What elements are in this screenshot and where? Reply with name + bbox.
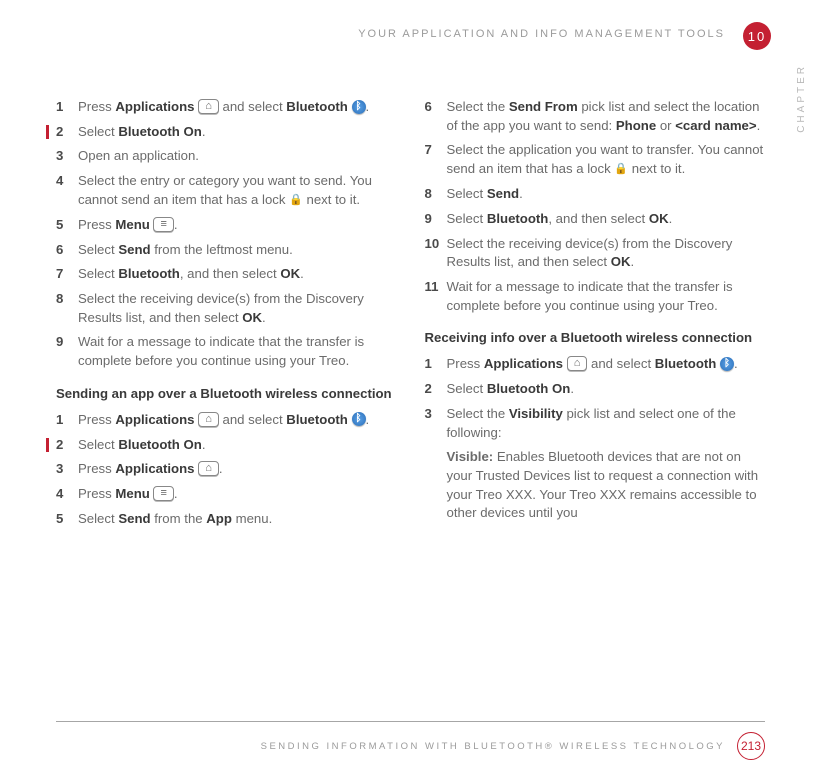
step-number: 9 (56, 333, 78, 370)
step-text: Wait for a message to indicate that the … (78, 333, 397, 370)
step-number: 4 (56, 485, 78, 504)
step-number: 8 (56, 290, 78, 327)
lock-icon (289, 190, 303, 209)
step-text: Select the application you want to trans… (447, 141, 766, 179)
step-item: 2Select Bluetooth On. (425, 380, 766, 399)
step-text: Wait for a message to indicate that the … (447, 278, 766, 315)
step-item: 6Select Send from the leftmost menu. (56, 241, 397, 260)
step-number: 1 (425, 355, 447, 374)
step-item: 7Select Bluetooth, and then select OK. (56, 265, 397, 284)
step-text: Select Send from the App menu. (78, 510, 397, 529)
step-item: 5Press Menu . (56, 216, 397, 235)
step-item: 4Select the entry or category you want t… (56, 172, 397, 210)
chapter-number-badge: 10 (743, 22, 771, 50)
step-item: 1Press Applications and select Bluetooth… (56, 98, 397, 117)
step-text: Select Bluetooth, and then select OK. (78, 265, 397, 284)
page-footer: SENDING INFORMATION WITH BLUETOOTH® WIRE… (56, 721, 765, 760)
step-text: Press Applications and select Bluetooth … (78, 411, 397, 430)
chapter-label-side: CHAPTER (796, 64, 807, 133)
step-text: Open an application. (78, 147, 397, 166)
menu-icon (153, 486, 173, 501)
step-item: 3Select the Visibility pick list and sel… (425, 405, 766, 442)
step-text: Press Menu . (78, 216, 397, 235)
step-text: Press Menu . (78, 485, 397, 504)
step-text: Select the receiving device(s) from the … (78, 290, 397, 327)
step-text: Select Bluetooth On. (447, 380, 766, 399)
step-text: Select the Visibility pick list and sele… (447, 405, 766, 442)
step-item: 10Select the receiving device(s) from th… (425, 235, 766, 272)
step-number: 6 (425, 98, 447, 135)
step-item: 1Press Applications and select Bluetooth… (425, 355, 766, 374)
step-number: 1 (56, 411, 78, 430)
step-item: 3Open an application. (56, 147, 397, 166)
step-item: 5Select Send from the App menu. (56, 510, 397, 529)
home-icon (567, 356, 588, 371)
subheading: Receiving info over a Bluetooth wireless… (425, 329, 766, 347)
step-number: 11 (425, 278, 447, 315)
step-text: Select Bluetooth On. (78, 436, 397, 455)
step-number: 3 (425, 405, 447, 442)
subheading: Sending an app over a Bluetooth wireless… (56, 385, 397, 403)
step-text: Select the Send From pick list and selec… (447, 98, 766, 135)
step-item: 9Select Bluetooth, and then select OK. (425, 210, 766, 229)
running-header: YOUR APPLICATION AND INFO MANAGEMENT TOO… (56, 28, 765, 40)
step-item: 2Select Bluetooth On. (56, 123, 397, 142)
step-item: 4Press Menu . (56, 485, 397, 504)
step-item: 6Select the Send From pick list and sele… (425, 98, 766, 135)
step-number: 3 (56, 147, 78, 166)
step-text: Press Applications and select Bluetooth … (78, 98, 397, 117)
option-visible: Visible: Enables Bluetooth devices that … (447, 448, 766, 523)
step-item: 11Wait for a message to indicate that th… (425, 278, 766, 315)
step-number: 6 (56, 241, 78, 260)
footer-text: SENDING INFORMATION WITH BLUETOOTH® WIRE… (261, 741, 725, 752)
step-number: 2 (425, 380, 447, 399)
home-icon (198, 461, 219, 476)
content-columns: 1Press Applications and select Bluetooth… (56, 98, 765, 534)
step-item: 9Wait for a message to indicate that the… (56, 333, 397, 370)
step-number: 7 (425, 141, 447, 179)
step-number: 5 (56, 216, 78, 235)
home-icon (198, 99, 219, 114)
step-item: 7Select the application you want to tran… (425, 141, 766, 179)
step-item: 2Select Bluetooth On. (56, 436, 397, 455)
home-icon (198, 412, 219, 427)
step-text: Select the entry or category you want to… (78, 172, 397, 210)
step-number: 2 (56, 123, 78, 142)
step-number: 10 (425, 235, 447, 272)
right-column: 6Select the Send From pick list and sele… (425, 98, 766, 534)
lock-icon (614, 159, 628, 178)
step-item: 1Press Applications and select Bluetooth… (56, 411, 397, 430)
step-text: Press Applications . (78, 460, 397, 479)
step-number: 7 (56, 265, 78, 284)
bluetooth-icon (352, 412, 366, 426)
step-text: Select the receiving device(s) from the … (447, 235, 766, 272)
step-number: 5 (56, 510, 78, 529)
step-number: 8 (425, 185, 447, 204)
running-header-text: YOUR APPLICATION AND INFO MANAGEMENT TOO… (358, 28, 725, 40)
step-item: 8Select the receiving device(s) from the… (56, 290, 397, 327)
bluetooth-icon (720, 357, 734, 371)
step-number: 9 (425, 210, 447, 229)
step-number: 3 (56, 460, 78, 479)
step-number: 4 (56, 172, 78, 210)
step-text: Select Bluetooth On. (78, 123, 397, 142)
step-text: Press Applications and select Bluetooth … (447, 355, 766, 374)
step-number: 1 (56, 98, 78, 117)
step-item: 3Press Applications . (56, 460, 397, 479)
page-number: 213 (737, 732, 765, 760)
left-column: 1Press Applications and select Bluetooth… (56, 98, 397, 534)
menu-icon (153, 217, 173, 232)
step-text: Select Bluetooth, and then select OK. (447, 210, 766, 229)
step-item: 8Select Send. (425, 185, 766, 204)
step-number: 2 (56, 436, 78, 455)
step-text: Select Send from the leftmost menu. (78, 241, 397, 260)
bluetooth-icon (352, 100, 366, 114)
step-text: Select Send. (447, 185, 766, 204)
